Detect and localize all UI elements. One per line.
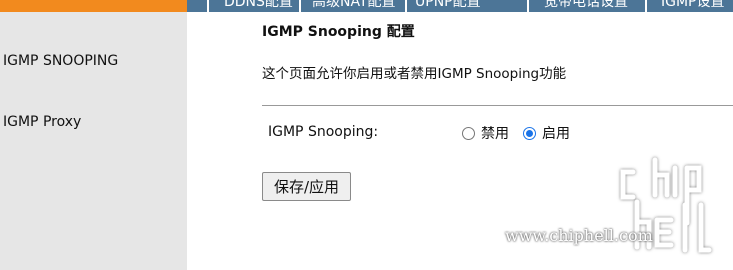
radio-disable[interactable] — [462, 126, 475, 140]
brand-strip — [0, 0, 187, 12]
nav-item-nat[interactable]: 高级NAT配置 — [312, 0, 396, 11]
page-title: IGMP Snooping 配置 — [262, 24, 415, 40]
watermark: www.chiphell.com — [505, 150, 730, 260]
radio-enable-label: 启用 — [542, 126, 570, 142]
sidebar: IGMP SNOOPING IGMP Proxy — [0, 12, 187, 270]
radio-enable[interactable] — [523, 126, 536, 140]
nav-separator — [299, 0, 301, 12]
igmp-snooping-label: IGMP Snooping: — [268, 124, 379, 140]
nav-item-voip[interactable]: 宽带电话设置 — [544, 0, 628, 11]
sidebar-item-igmp-proxy[interactable]: IGMP Proxy — [3, 114, 81, 130]
nav-item-ddns[interactable]: DDNS配置 — [224, 0, 293, 11]
nav-separator — [527, 0, 529, 12]
radio-option-enable[interactable]: 启用 — [523, 123, 570, 143]
nav-separator — [405, 0, 407, 12]
nav-separator — [207, 0, 209, 12]
divider — [262, 105, 733, 106]
nav-item-igmp[interactable]: IGMP设置 — [661, 0, 725, 11]
page-description: 这个页面允许你启用或者禁用IGMP Snooping功能 — [262, 66, 567, 82]
top-nav: DDNS配置 高级NAT配置 UPNP配置 宽带电话设置 IGMP设置 — [187, 0, 733, 12]
radio-disable-label: 禁用 — [481, 126, 509, 142]
save-apply-button[interactable]: 保存/应用 — [262, 172, 352, 201]
igmp-snooping-radio-group: 禁用 启用 — [462, 123, 584, 143]
watermark-text: www.chiphell.com — [505, 226, 653, 245]
top-bar: DDNS配置 高级NAT配置 UPNP配置 宽带电话设置 IGMP设置 — [0, 0, 733, 12]
sidebar-item-igmp-snooping[interactable]: IGMP SNOOPING — [3, 53, 118, 69]
nav-separator — [645, 0, 647, 12]
radio-option-disable[interactable]: 禁用 — [462, 123, 509, 143]
nav-item-upnp[interactable]: UPNP配置 — [415, 0, 481, 11]
